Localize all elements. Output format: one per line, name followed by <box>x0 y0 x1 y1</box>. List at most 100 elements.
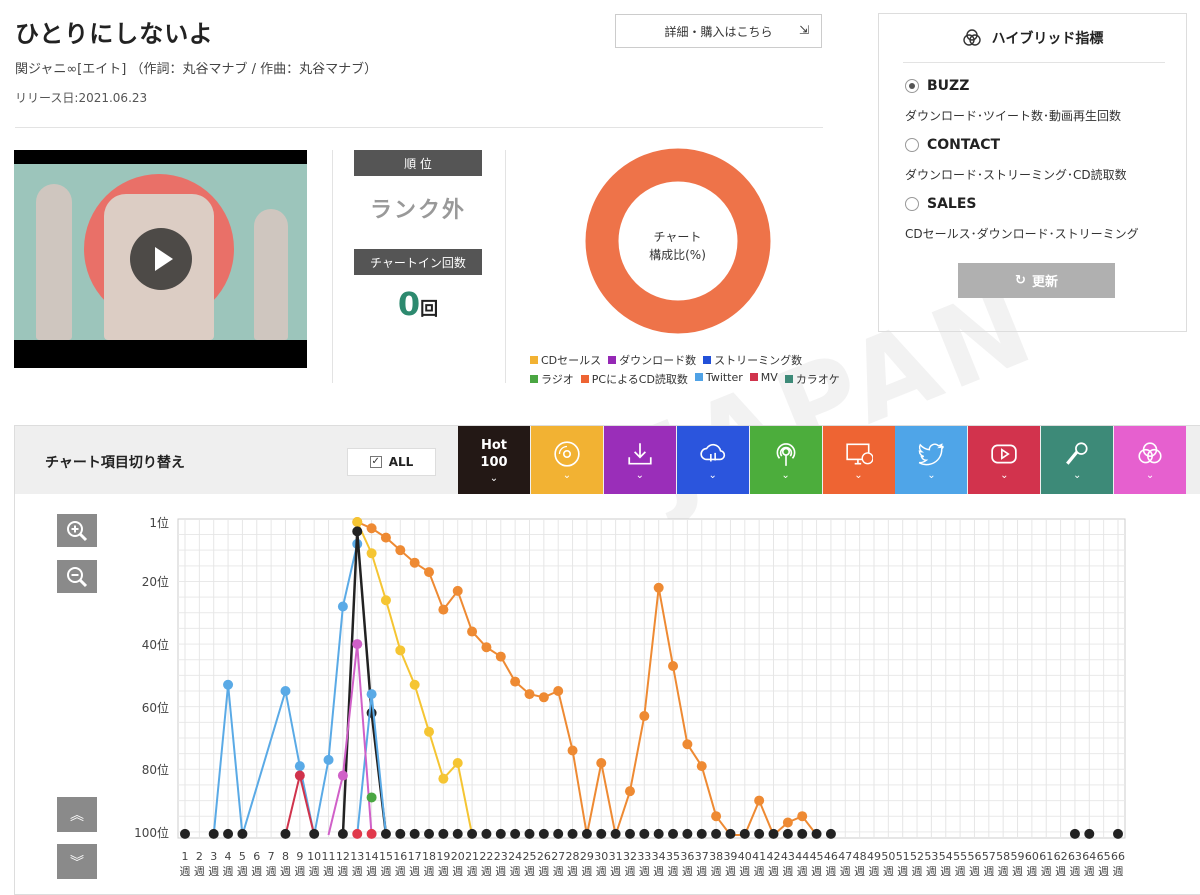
baseline-point <box>467 828 478 839</box>
baseline-point <box>366 828 377 839</box>
baseline-point <box>696 828 707 839</box>
x-tick-label: 38 週 <box>709 850 724 878</box>
x-tick-label: 35 週 <box>666 850 681 878</box>
data-point-mv <box>294 770 305 781</box>
data-point-pc_cd <box>438 604 449 615</box>
rank-history-chart <box>177 517 1126 839</box>
x-tick-label: 40 週 <box>737 850 752 878</box>
baseline-point <box>739 828 750 839</box>
data-point-pc_cd <box>395 545 406 556</box>
data-point-pc_cd <box>495 651 506 662</box>
data-point-twitter <box>280 686 291 697</box>
x-tick-label: 59 週 <box>1010 850 1025 878</box>
baseline-point <box>438 828 449 839</box>
data-point-cd <box>352 517 363 527</box>
baseline-point <box>553 828 564 839</box>
data-point-twitter <box>294 761 305 772</box>
data-point-pc_cd <box>653 582 664 593</box>
x-tick-label: 56 週 <box>967 850 982 878</box>
x-tick-label: 12 週 <box>335 850 350 878</box>
baseline-point <box>395 828 406 839</box>
baseline-point <box>1113 828 1123 839</box>
data-point-pc_cd <box>409 557 420 568</box>
x-tick-label: 30 週 <box>594 850 609 878</box>
baseline-point <box>223 828 234 839</box>
data-point-pc_cd <box>639 711 650 722</box>
data-point-pc_cd <box>711 811 722 822</box>
x-tick-label: 62 週 <box>1053 850 1068 878</box>
data-point-pc_cd <box>380 532 391 543</box>
baseline-point <box>682 828 693 839</box>
x-tick-label: 14 週 <box>364 850 379 878</box>
baseline-point <box>380 828 391 839</box>
x-tick-label: 44 週 <box>795 850 810 878</box>
data-point-cd <box>424 726 435 737</box>
x-tick-label: 47 週 <box>838 850 853 878</box>
baseline-point <box>481 828 492 839</box>
baseline-point <box>653 828 664 839</box>
baseline-point <box>208 828 219 839</box>
x-tick-label: 51 週 <box>895 850 910 878</box>
data-point-cd <box>452 758 463 769</box>
data-point-twitter <box>337 601 348 612</box>
baseline-point <box>280 828 291 839</box>
data-point-pc_cd <box>567 745 578 756</box>
x-tick-label: 23 週 <box>493 850 508 878</box>
baseline-point <box>452 828 463 839</box>
x-tick-label: 65 週 <box>1096 850 1111 878</box>
baseline-point <box>797 828 808 839</box>
x-tick-label: 45 週 <box>809 850 824 878</box>
x-tick-label: 39 週 <box>723 850 738 878</box>
x-tick-label: 21 週 <box>465 850 480 878</box>
baseline-point <box>1069 828 1080 839</box>
x-tick-label: 66 週 <box>1111 850 1125 878</box>
x-tick-label: 53 週 <box>924 850 939 878</box>
x-tick-label: 50 週 <box>881 850 896 878</box>
baseline-point <box>596 828 607 839</box>
baseline-point <box>424 828 435 839</box>
baseline-point <box>352 828 363 839</box>
data-point-cd <box>409 679 420 690</box>
x-tick-label: 15 週 <box>378 850 393 878</box>
baseline-point <box>337 828 348 839</box>
x-tick-label: 52 週 <box>910 850 925 878</box>
data-point-streaming <box>366 689 377 700</box>
data-point-cd <box>380 595 391 606</box>
x-tick-label: 34 週 <box>651 850 666 878</box>
plot-area <box>177 518 1126 839</box>
data-point-pc_cd <box>782 817 793 828</box>
baseline-point <box>825 828 836 839</box>
x-tick-label: 1週 <box>179 850 191 878</box>
baseline-point <box>610 828 621 839</box>
x-tick-label: 43 週 <box>780 850 795 878</box>
x-tick-label: 55 週 <box>953 850 968 878</box>
baseline-point <box>567 828 578 839</box>
x-tick-label: 5週 <box>236 850 248 878</box>
x-tick-label: 3週 <box>208 850 220 878</box>
baseline-point <box>538 828 549 839</box>
x-tick-label: 22 週 <box>479 850 494 878</box>
data-point-hot100 <box>366 707 377 718</box>
baseline-point <box>237 828 248 839</box>
data-point-pc_cd <box>424 567 435 578</box>
x-tick-label: 8週 <box>279 850 291 878</box>
data-point-karaoke <box>352 639 363 650</box>
baseline-point <box>409 828 420 839</box>
x-tick-label: 24 週 <box>508 850 523 878</box>
x-tick-label: 10 週 <box>307 850 322 878</box>
x-tick-label: 32 週 <box>622 850 637 878</box>
data-point-pc_cd <box>481 642 492 653</box>
baseline-point <box>725 828 736 839</box>
data-point-pc_cd <box>553 686 564 697</box>
baseline-point <box>624 828 635 839</box>
x-tick-label: 11 週 <box>321 850 336 878</box>
x-tick-label: 61 週 <box>1039 850 1054 878</box>
data-point-pc_cd <box>682 739 693 750</box>
x-tick-label: 4週 <box>222 850 234 878</box>
baseline-point <box>180 828 190 839</box>
x-tick-label: 33 週 <box>637 850 652 878</box>
x-tick-label: 25 週 <box>522 850 537 878</box>
x-tick-label: 54 週 <box>938 850 953 878</box>
data-point-pc_cd <box>696 761 707 772</box>
x-tick-label: 20 週 <box>450 850 465 878</box>
